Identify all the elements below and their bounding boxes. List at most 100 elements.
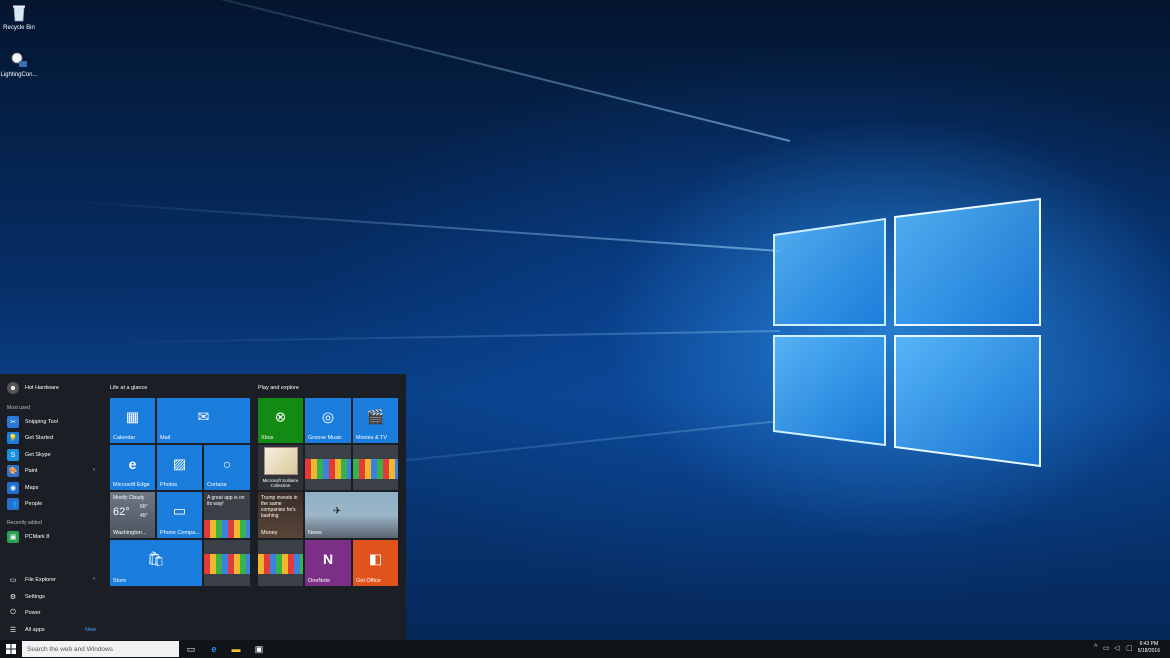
tile-mail[interactable]: ✉ Mail	[157, 398, 250, 443]
chevron-right-icon[interactable]: ›	[93, 576, 95, 582]
user-name: Hot Hardware	[25, 385, 59, 391]
tile-label: Groove Music	[308, 435, 342, 441]
pcmark-icon: ▣	[7, 531, 19, 543]
promo-graphic	[204, 520, 250, 538]
tile-cortana[interactable]: ○ Cortana	[204, 445, 250, 490]
tile-label: Microsoft Solitaire Collection	[262, 478, 299, 488]
tile-get-office[interactable]: ◧ Get Office	[353, 540, 398, 586]
volume-icon[interactable]: ◁	[1114, 644, 1119, 652]
palette-icon: 🎨	[7, 465, 19, 477]
weather-low: 45°	[140, 513, 148, 519]
list-icon: ☰	[9, 627, 17, 634]
game-graphic	[305, 459, 351, 479]
app-label: Get Started	[25, 435, 54, 441]
tile-label: Xbox	[261, 435, 274, 441]
tile-money[interactable]: Trump invests in the same companies he's…	[258, 492, 303, 538]
tile-candy-game-3[interactable]	[258, 540, 303, 586]
weather-condition: Mostly Cloudy	[113, 495, 145, 501]
app-paint[interactable]: 🎨 Paint	[7, 464, 99, 478]
network-icon[interactable]: ▭	[1103, 644, 1110, 652]
tile-game[interactable]	[204, 540, 250, 586]
search-placeholder: Search the web and Windows	[27, 645, 113, 653]
all-apps-button[interactable]: ☰ All apps	[7, 623, 45, 637]
tile-movies-tv[interactable]: 🎬 Movies & TV	[353, 398, 398, 443]
tile-store[interactable]: 🛍 Store	[110, 540, 202, 586]
settings-button[interactable]: ⚙ Settings	[7, 590, 45, 604]
game-graphic	[353, 459, 398, 479]
app-snipping-tool[interactable]: ✂ Snipping Tool	[7, 415, 58, 429]
app-label: File Explorer	[25, 577, 56, 583]
tile-phone-companion[interactable]: ▭ Phone Compa...	[157, 492, 202, 538]
tile-calendar[interactable]: ▦ Calendar	[110, 398, 155, 443]
tile-label: Get Office	[356, 578, 381, 584]
chevron-right-icon[interactable]: ›	[93, 467, 95, 473]
onenote-icon: N	[322, 551, 334, 568]
taskbar: Search the web and Windows ▭ e ▬ ▣ ^ ▭ ◁…	[0, 640, 1170, 658]
app-label: All apps	[25, 627, 45, 633]
app-label: Power	[25, 610, 41, 616]
weather-temp: 62°	[113, 506, 130, 518]
tile-label: Store	[113, 578, 127, 584]
group-title-play: Play and explore	[258, 385, 299, 391]
groove-icon: ◎	[321, 408, 335, 425]
app-maps[interactable]: ◉ Maps	[7, 481, 38, 495]
tile-label: Mail	[160, 435, 171, 441]
chevron-up-icon[interactable]: ^	[1094, 644, 1097, 651]
cortana-icon: ○	[222, 455, 232, 472]
tile-news[interactable]: ✈ News	[305, 492, 398, 538]
tile-label: Money	[261, 530, 278, 536]
tile-label: Movies & TV	[356, 435, 388, 441]
tile-xbox[interactable]: ⊗ Xbox	[258, 398, 303, 443]
app-pcmark-8[interactable]: ▣ PCMark 8	[7, 530, 49, 544]
file-explorer-taskbar-icon[interactable]: ▬	[230, 643, 242, 655]
tile-promo[interactable]: A great app is on its way!	[204, 492, 250, 538]
clock-date: 5/18/2016	[1137, 648, 1160, 654]
app-people[interactable]: 👥 People	[7, 497, 42, 511]
cards-icon	[264, 447, 298, 475]
light-beam	[23, 0, 791, 142]
edge-icon: e	[128, 455, 137, 472]
task-view-icon[interactable]: ▭	[185, 643, 197, 655]
file-explorer-button[interactable]: ▭ File Explorer	[7, 573, 56, 587]
office-icon: ◧	[368, 550, 383, 567]
map-pin-icon: ◉	[7, 482, 19, 494]
photos-icon: ▨	[172, 455, 187, 472]
desktop-icon-recycle-bin[interactable]: Recycle Bin	[0, 3, 38, 31]
clock[interactable]: 6:43 PM 5/18/2016	[1138, 641, 1160, 655]
app-label: Paint	[25, 468, 38, 474]
tile-photos[interactable]: ▨ Photos	[157, 445, 202, 490]
calendar-icon: ▦	[125, 408, 140, 425]
tile-groove-music[interactable]: ◎ Groove Music	[305, 398, 351, 443]
tile-solitaire[interactable]: Microsoft Solitaire Collection	[258, 445, 303, 490]
folder-icon: ▭	[9, 577, 17, 584]
app-get-skype[interactable]: S Get Skype	[7, 448, 51, 462]
game-graphic	[204, 554, 250, 574]
user-account[interactable]: ☻ Hot Hardware	[7, 381, 59, 395]
action-center-icon[interactable]: ▢	[1126, 644, 1133, 652]
lightbulb-icon: 💡	[7, 432, 19, 444]
tile-weather[interactable]: Mostly Cloudy 62° 66° 45° Washington...	[110, 492, 155, 538]
light-beam	[100, 330, 781, 344]
desktop-icon-label: LightingCon...	[0, 72, 38, 78]
desktop-icon-lighting-control[interactable]: LightingCon...	[0, 50, 38, 78]
store-taskbar-icon[interactable]: ▣	[253, 643, 265, 655]
phone-icon: ▭	[172, 502, 187, 519]
start-button[interactable]	[5, 643, 17, 655]
app-label: Snipping Tool	[25, 419, 58, 425]
clock-time: 6:43 PM	[1139, 641, 1159, 647]
group-title-life: Life at a glance	[110, 385, 148, 391]
app-get-started[interactable]: 💡 Get Started	[7, 431, 53, 445]
tile-label: Washington...	[113, 530, 147, 536]
tile-candy-game-2[interactable]	[353, 445, 398, 490]
power-button[interactable]: ⏻ Power	[7, 606, 41, 620]
tile-microsoft-edge[interactable]: e Microsoft Edge	[110, 445, 155, 490]
search-input[interactable]: Search the web and Windows	[22, 641, 179, 657]
edge-taskbar-icon[interactable]: e	[208, 643, 220, 655]
scissors-icon: ✂	[7, 416, 19, 428]
skype-icon: S	[7, 449, 19, 461]
tile-candy-game-1[interactable]	[305, 445, 351, 490]
tile-label: Microsoft Edge	[113, 482, 150, 488]
clapperboard-icon: 🎬	[366, 408, 385, 425]
tile-onenote[interactable]: N OneNote	[305, 540, 351, 586]
weather-high: 66°	[140, 504, 148, 510]
